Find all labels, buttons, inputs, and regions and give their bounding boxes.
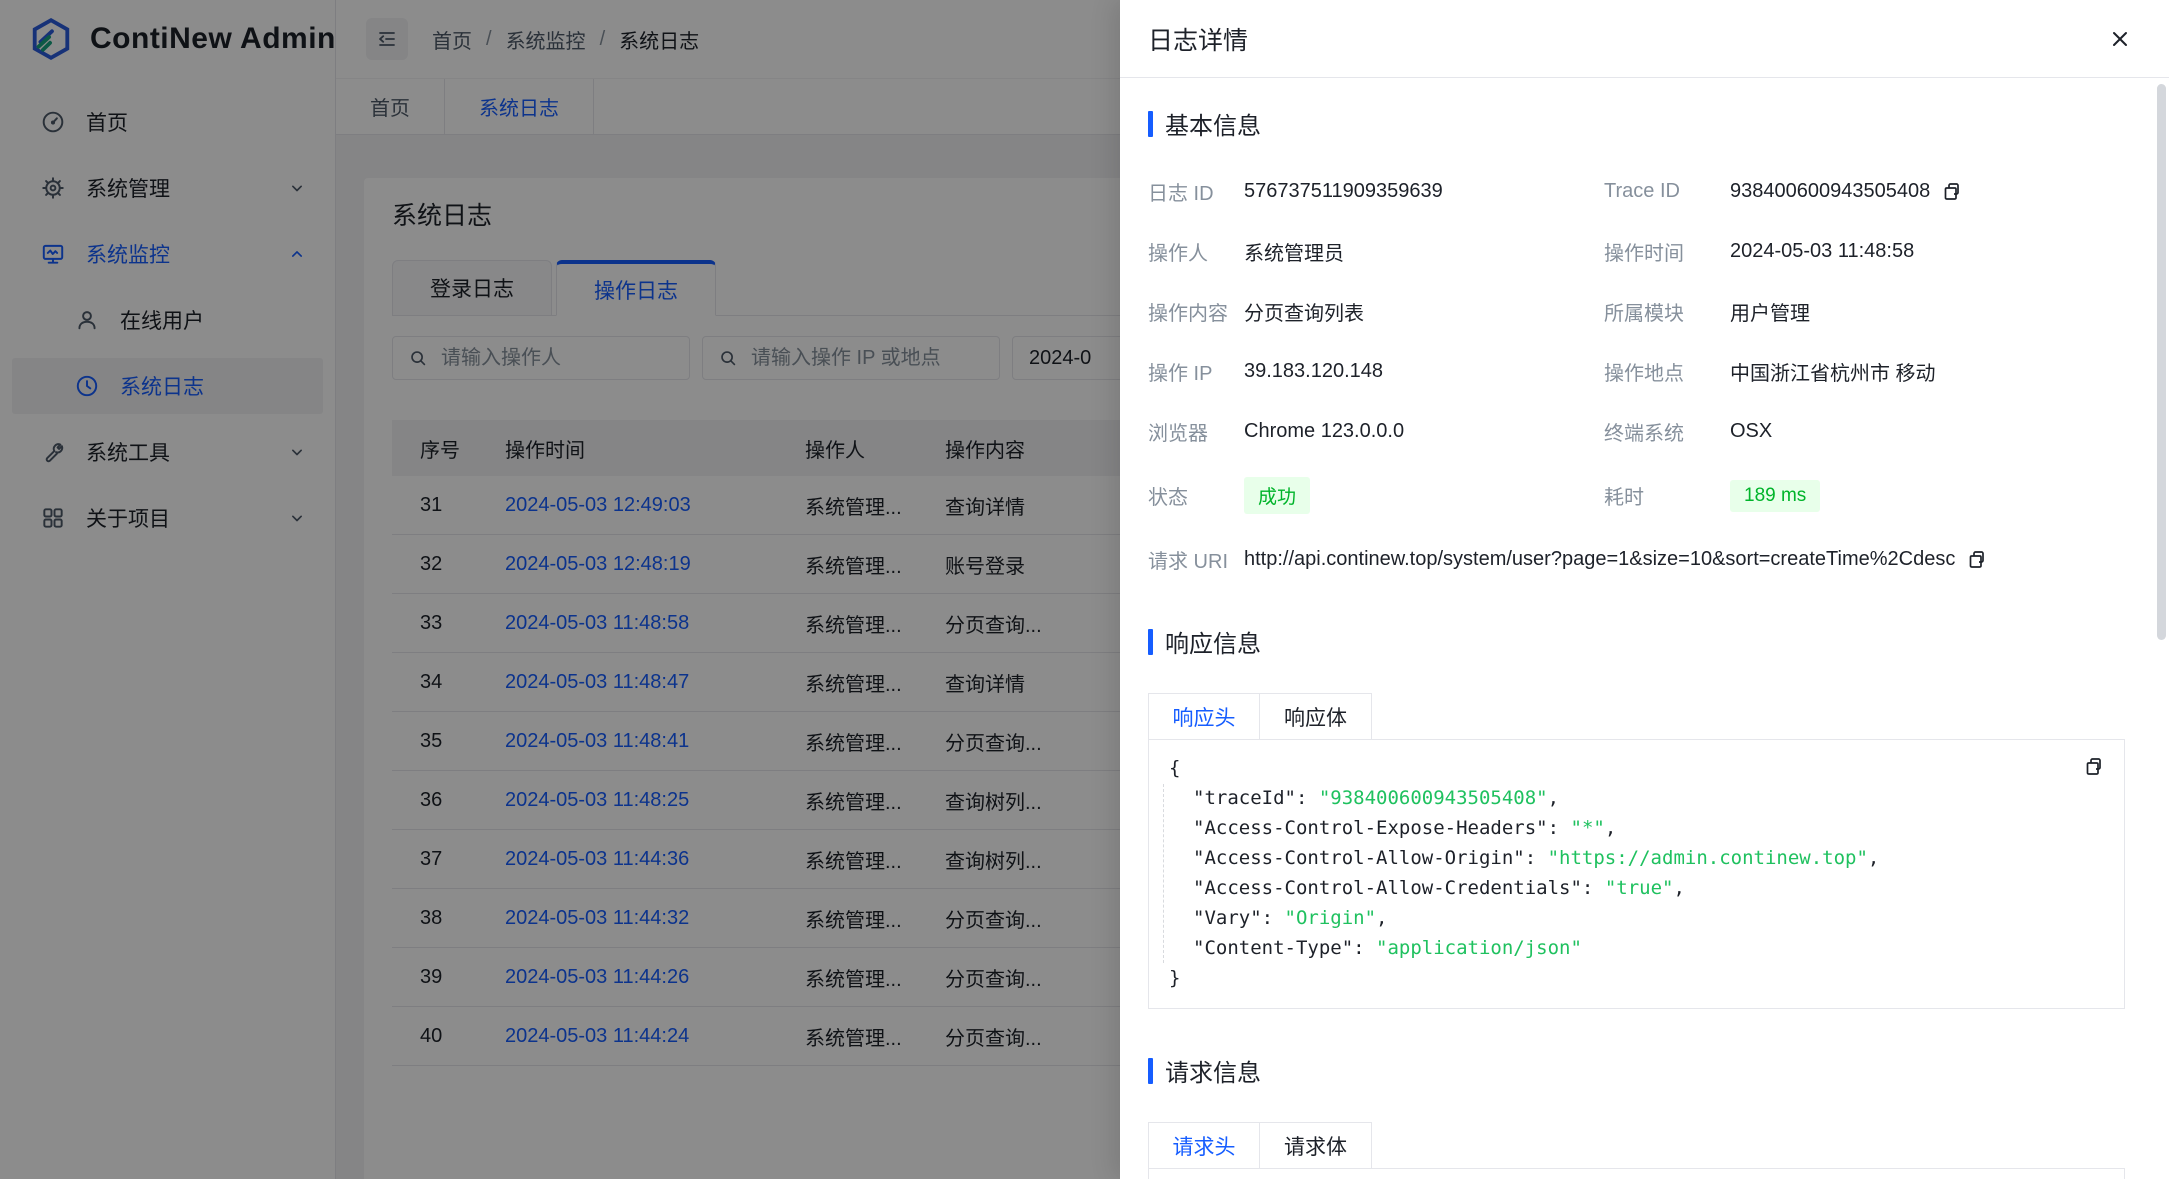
section-response-info: 响应信息: [1148, 624, 2125, 659]
section-request-info: 请求信息: [1148, 1053, 2125, 1088]
response-headers-panel: {"traceId": "938400600943505408","Access…: [1148, 739, 2125, 1009]
request-tab[interactable]: 请求体: [1260, 1122, 1372, 1169]
drawer-body: 基本信息 日志 ID 576737511909359639 Trace ID 9…: [1120, 78, 2169, 1179]
code-line: {: [1169, 753, 2104, 783]
code-line: "Access-Control-Allow-Origin": "https://…: [1169, 843, 2104, 873]
request-tabs: 请求头 请求体: [1148, 1122, 2125, 1169]
request-headers-panel: {: [1148, 1168, 2125, 1179]
drawer-title: 日志详情: [1148, 21, 1248, 57]
indent-guide: [1163, 784, 1164, 963]
code-line: "Access-Control-Allow-Credentials": "tru…: [1169, 873, 2104, 903]
basic-info-fields: 日志 ID 576737511909359639 Trace ID 938400…: [1148, 177, 2125, 574]
copy-icon[interactable]: [1965, 548, 1989, 572]
close-icon: [2108, 27, 2132, 51]
response-tab[interactable]: 响应头: [1148, 693, 1260, 740]
request-tab[interactable]: 请求头: [1148, 1122, 1260, 1169]
response-tab[interactable]: 响应体: [1260, 693, 1372, 740]
code-line: "Content-Type": "application/json": [1169, 933, 2104, 963]
code-line: "Vary": "Origin",: [1169, 903, 2104, 933]
code-line: "traceId": "938400600943505408",: [1169, 783, 2104, 813]
section-basic-info: 基本信息: [1148, 106, 2125, 141]
code-line: "Access-Control-Expose-Headers": "*",: [1169, 813, 2104, 843]
response-tabs: 响应头 响应体: [1148, 693, 2125, 740]
drawer-header: 日志详情: [1120, 0, 2169, 78]
drawer-scrollbar-thumb[interactable]: [2157, 84, 2166, 640]
copy-icon[interactable]: [1940, 180, 1964, 204]
copy-response-button[interactable]: [2082, 754, 2106, 778]
close-button[interactable]: [2105, 24, 2135, 54]
log-detail-drawer: 日志详情 基本信息 日志 ID 576737511909359639 Trace…: [1120, 0, 2169, 1179]
code-line: }: [1169, 963, 2104, 993]
